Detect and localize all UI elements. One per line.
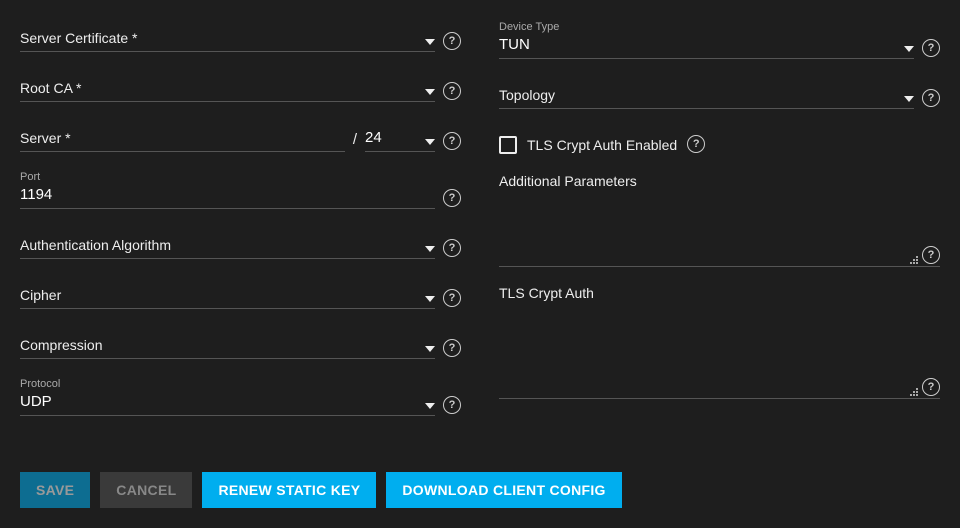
tls-crypt-auth-enabled-checkbox[interactable] xyxy=(499,136,517,154)
resize-handle-icon xyxy=(908,386,918,396)
auth-algorithm-label: Authentication Algorithm xyxy=(20,234,417,256)
chevron-down-icon xyxy=(425,89,435,95)
device-type-value: TUN xyxy=(499,34,896,56)
renew-static-key-button[interactable]: RENEW STATIC KEY xyxy=(202,472,376,508)
help-icon[interactable]: ? xyxy=(443,189,461,207)
root-ca-field[interactable]: Root CA * ? xyxy=(20,70,461,102)
server-cidr-value: 24 xyxy=(365,127,382,149)
additional-parameters-field: Additional Parameters ? xyxy=(499,173,940,285)
config-form: Server Certificate * ? Root CA * ? Serve… xyxy=(0,0,960,434)
server-field: Server * / 24 ? xyxy=(20,120,461,152)
server-cidr-separator: / xyxy=(353,131,357,152)
port-field[interactable]: Port 1194 ? xyxy=(20,170,461,209)
left-column: Server Certificate * ? Root CA * ? Serve… xyxy=(20,20,461,434)
help-icon[interactable]: ? xyxy=(443,239,461,257)
additional-parameters-input[interactable]: ? xyxy=(499,197,940,267)
tls-crypt-auth-field: TLS Crypt Auth ? xyxy=(499,285,940,417)
server-cidr-select[interactable]: 24 xyxy=(365,120,435,152)
server-input[interactable]: Server * xyxy=(20,120,345,152)
server-certificate-label: Server Certificate * xyxy=(20,27,417,49)
server-certificate-field[interactable]: Server Certificate * ? xyxy=(20,20,461,52)
protocol-field[interactable]: Protocol UDP ? xyxy=(20,377,461,416)
help-icon[interactable]: ? xyxy=(443,289,461,307)
port-value: 1194 xyxy=(20,184,435,206)
chevron-down-icon xyxy=(425,246,435,252)
download-client-config-button[interactable]: DOWNLOAD CLIENT CONFIG xyxy=(386,472,621,508)
port-label: Port xyxy=(20,170,435,184)
protocol-value: UDP xyxy=(20,391,417,413)
compression-field[interactable]: Compression ? xyxy=(20,327,461,359)
protocol-label: Protocol xyxy=(20,377,417,391)
cipher-label: Cipher xyxy=(20,284,417,306)
auth-algorithm-field[interactable]: Authentication Algorithm ? xyxy=(20,227,461,259)
help-icon[interactable]: ? xyxy=(922,39,940,57)
topology-field[interactable]: Topology ? xyxy=(499,77,940,109)
help-icon[interactable]: ? xyxy=(687,135,705,153)
help-icon[interactable]: ? xyxy=(443,339,461,357)
resize-handle-icon xyxy=(908,254,918,264)
additional-parameters-label: Additional Parameters xyxy=(499,173,940,189)
device-type-label: Device Type xyxy=(499,20,896,34)
right-column: Device Type TUN ? Topology ? TLS Crypt A… xyxy=(499,20,940,434)
chevron-down-icon xyxy=(425,139,435,145)
save-button[interactable]: SAVE xyxy=(20,472,90,508)
tls-crypt-auth-enabled-label: TLS Crypt Auth Enabled xyxy=(527,137,677,153)
chevron-down-icon xyxy=(425,403,435,409)
help-icon[interactable]: ? xyxy=(443,396,461,414)
tls-crypt-auth-label: TLS Crypt Auth xyxy=(499,285,940,301)
chevron-down-icon xyxy=(904,96,914,102)
chevron-down-icon xyxy=(904,46,914,52)
help-icon[interactable]: ? xyxy=(443,132,461,150)
help-icon[interactable]: ? xyxy=(922,246,940,264)
chevron-down-icon xyxy=(425,39,435,45)
server-label: Server * xyxy=(20,127,71,149)
root-ca-label: Root CA * xyxy=(20,77,417,99)
cipher-field[interactable]: Cipher ? xyxy=(20,277,461,309)
compression-label: Compression xyxy=(20,334,417,356)
topology-label: Topology xyxy=(499,84,896,106)
help-icon[interactable]: ? xyxy=(922,378,940,396)
tls-crypt-auth-input[interactable]: ? xyxy=(499,309,940,399)
help-icon[interactable]: ? xyxy=(443,82,461,100)
button-bar: SAVE CANCEL RENEW STATIC KEY DOWNLOAD CL… xyxy=(20,472,622,508)
chevron-down-icon xyxy=(425,346,435,352)
help-icon[interactable]: ? xyxy=(922,89,940,107)
chevron-down-icon xyxy=(425,296,435,302)
tls-crypt-auth-enabled-row: TLS Crypt Auth Enabled ? xyxy=(499,135,940,155)
cancel-button[interactable]: CANCEL xyxy=(100,472,192,508)
device-type-field[interactable]: Device Type TUN ? xyxy=(499,20,940,59)
help-icon[interactable]: ? xyxy=(443,32,461,50)
